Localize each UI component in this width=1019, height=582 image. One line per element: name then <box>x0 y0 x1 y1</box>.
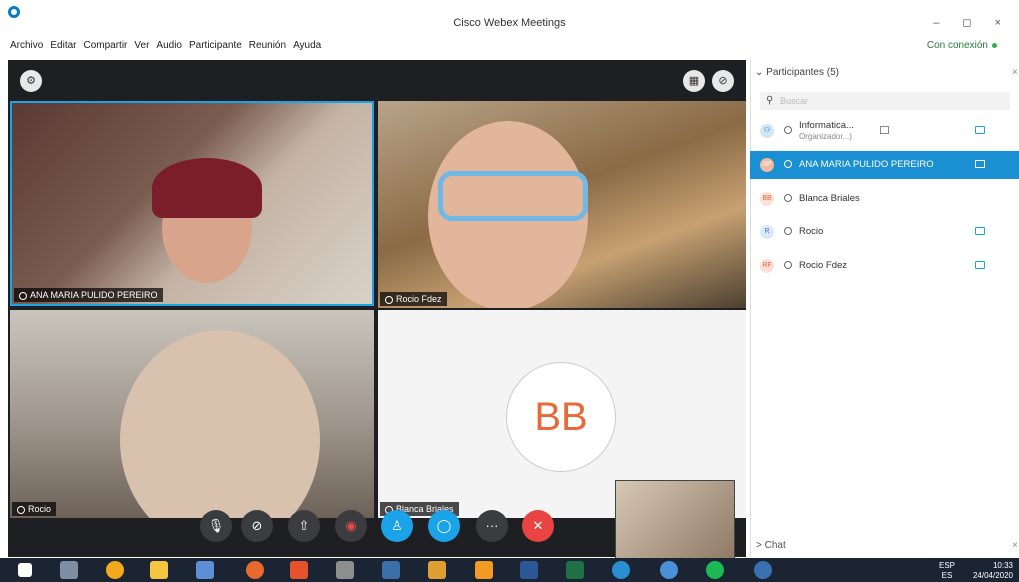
mic-off-icon[interactable]: 🎙 <box>200 510 232 542</box>
mic-icon <box>784 194 792 202</box>
participant-row[interactable]: RF Rocio Fdez <box>750 252 1019 280</box>
app-icon[interactable] <box>382 561 400 579</box>
firefox-icon[interactable] <box>428 561 446 579</box>
menu-bar: Archivo Editar Compartir Ver Audio Parti… <box>10 40 321 56</box>
app-icon[interactable] <box>475 561 493 579</box>
tile-label: Rocio Fdez <box>380 292 447 306</box>
chrome-icon[interactable] <box>106 561 124 579</box>
menu-reunion[interactable]: Reunión <box>249 40 286 56</box>
opera-icon[interactable] <box>246 561 264 579</box>
mic-icon <box>784 261 792 269</box>
mic-icon <box>784 160 792 168</box>
office-icon[interactable] <box>290 561 308 579</box>
participants-title: Participantes (5) <box>766 67 839 78</box>
mic-icon <box>19 291 27 300</box>
menu-archivo[interactable]: Archivo <box>10 40 43 56</box>
participant-name-block: Informatica... Organizador...) <box>799 120 854 142</box>
app-icon[interactable] <box>660 561 678 579</box>
avatar: R <box>760 225 774 239</box>
participant-search-input[interactable]: Buscar <box>760 92 1010 110</box>
grid-icon[interactable]: ▦ <box>683 70 705 92</box>
clock-time: 10:33 <box>992 561 1013 570</box>
participant-row[interactable]: ⚇ Informatica... Organizador...) <box>750 117 1019 145</box>
excel-icon[interactable] <box>566 561 584 579</box>
mic-icon <box>784 126 792 134</box>
participant-name: Blanca Briales <box>799 193 860 204</box>
avatar: RF <box>760 259 774 273</box>
participant-role: Organizador...) <box>799 132 852 141</box>
connection-label: Con conexión <box>926 40 988 51</box>
menu-ver[interactable]: Ver <box>134 40 149 56</box>
tile-name: Rocio <box>28 504 52 514</box>
avatar: ⚇ <box>760 124 774 138</box>
webex-icon[interactable] <box>612 561 630 579</box>
mic-icon <box>784 227 792 235</box>
chat-label: Chat <box>764 540 786 551</box>
menu-participante[interactable]: Participante <box>189 40 242 56</box>
paint-icon[interactable] <box>196 561 214 579</box>
video-icon <box>975 261 985 269</box>
folder-icon[interactable] <box>150 561 168 579</box>
mic-icon <box>385 295 393 304</box>
video-icon <box>975 160 985 168</box>
participant-name: ANA MARIA PULIDO PEREIRO <box>799 159 934 170</box>
word-icon[interactable] <box>520 561 538 579</box>
video-icon <box>975 227 985 235</box>
participant-video <box>120 330 320 518</box>
chat-icon[interactable]: ◯ <box>428 510 460 542</box>
participant-row[interactable]: R Rocio <box>750 218 1019 246</box>
explorer-icon[interactable] <box>60 561 78 579</box>
video-icon <box>975 126 985 134</box>
close-icon[interactable]: × <box>1012 67 1018 78</box>
menu-audio[interactable]: Audio <box>156 40 182 56</box>
menu-compartir[interactable]: Compartir <box>83 40 127 56</box>
record-icon[interactable]: ◉ <box>335 510 367 542</box>
menu-editar[interactable]: Editar <box>50 40 76 56</box>
system-clock[interactable]: 10:33 24/04/2020 <box>973 561 1013 581</box>
screen-icon <box>880 126 889 134</box>
app-icon[interactable] <box>336 561 354 579</box>
meeting-toolbar: 🎙 ⊘ ⇧ ◉ ♙ ◯ ··· ✕ <box>200 510 570 544</box>
participant-name: Rocio <box>799 226 824 237</box>
participant-name: Informatica... <box>799 120 854 131</box>
tile-label: ANA MARIA PULIDO PEREIRO <box>14 288 163 302</box>
spotify-icon[interactable] <box>706 561 724 579</box>
language-indicator[interactable]: ESP ES <box>939 561 955 581</box>
gear-icon[interactable]: ⚙ <box>20 70 42 92</box>
end-call-icon[interactable]: ✕ <box>522 510 554 542</box>
windows-start-icon[interactable] <box>18 563 32 577</box>
participants-icon[interactable]: ♙ <box>381 510 413 542</box>
tile-name: ANA MARIA PULIDO PEREIRO <box>30 290 158 300</box>
avatar-initials: BB <box>506 362 616 472</box>
participants-header[interactable]: ⌄ Participantes (5) <box>755 67 839 78</box>
connection-dot-icon <box>992 42 997 48</box>
video-tile-rocio[interactable]: Rocio <box>10 310 374 518</box>
participant-hair <box>152 158 262 218</box>
tile-name: Rocio Fdez <box>396 294 442 304</box>
clock-date: 24/04/2020 <box>972 571 1013 580</box>
menu-ayuda[interactable]: Ayuda <box>293 40 321 56</box>
search-icon: ⚲ <box>766 95 774 106</box>
participant-row[interactable]: AP ANA MARIA PULIDO PEREIRO <box>750 151 1019 179</box>
lock-icon[interactable]: ⊘ <box>712 70 734 92</box>
app-icon[interactable] <box>754 561 772 579</box>
video-tile-rocio-fdez[interactable]: Rocio Fdez <box>378 101 746 308</box>
avatar: BB <box>760 192 774 206</box>
connection-status[interactable]: Con conexión <box>927 40 997 51</box>
video-tile-ana-maria[interactable]: ANA MARIA PULIDO PEREIRO <box>10 101 374 306</box>
tile-label: Rocio <box>12 502 57 516</box>
chat-section-toggle[interactable]: > Chat <box>756 540 786 551</box>
avatar: AP <box>760 158 774 172</box>
close-icon[interactable]: × <box>1012 540 1018 551</box>
participant-row[interactable]: BB Blanca Briales <box>750 185 1019 213</box>
participant-name: Rocio Fdez <box>799 260 848 271</box>
mic-icon <box>17 505 25 514</box>
self-view-video[interactable] <box>615 480 735 560</box>
window-title: Cisco Webex Meetings <box>453 17 566 29</box>
share-icon[interactable]: ⇧ <box>288 510 320 542</box>
more-icon[interactable]: ··· <box>476 510 508 542</box>
glasses-shape <box>438 171 588 221</box>
video-off-icon[interactable]: ⊘ <box>241 510 273 542</box>
window-controls[interactable]: – ◻ × <box>933 16 1011 29</box>
